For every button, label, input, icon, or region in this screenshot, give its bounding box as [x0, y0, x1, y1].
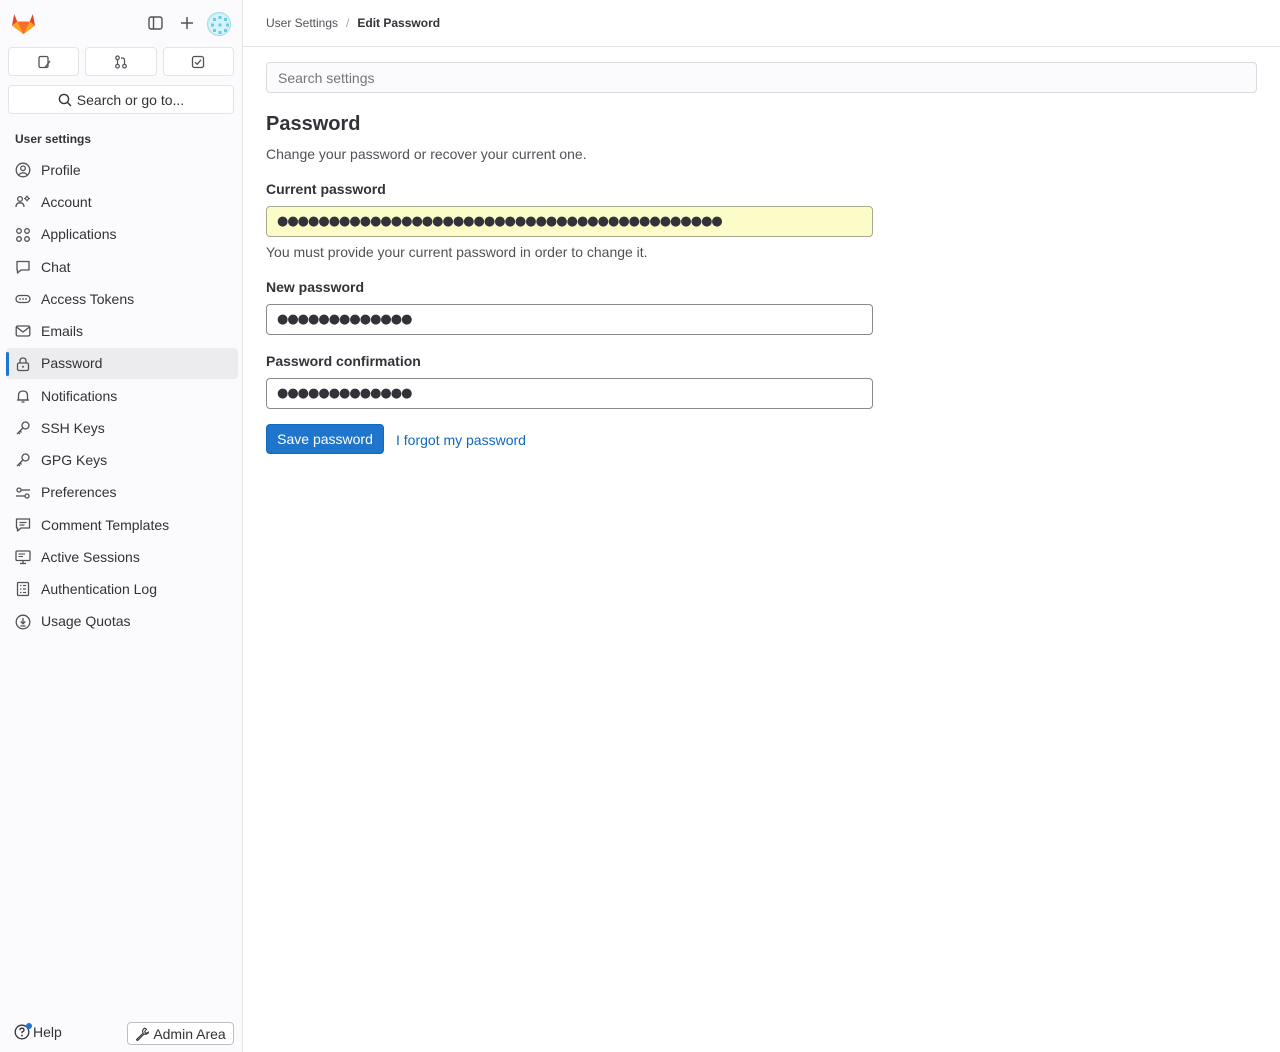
- forgot-password-link[interactable]: I forgot my password: [396, 432, 526, 448]
- token-icon: [15, 291, 31, 307]
- new-password-input[interactable]: ●●●●●●●●●●●●●: [266, 304, 873, 335]
- sidebar-header: [0, 0, 242, 48]
- chat-icon: [15, 259, 31, 275]
- new-password-value: ●●●●●●●●●●●●●: [277, 312, 412, 327]
- sidebar-item-account[interactable]: Account: [6, 186, 238, 218]
- sidebar-section-title: User settings: [15, 132, 92, 146]
- breadcrumb-separator: /: [346, 16, 350, 30]
- help-button[interactable]: Help: [14, 1023, 62, 1040]
- comment-icon: [15, 517, 31, 533]
- monitor-icon: [15, 549, 31, 565]
- avatar[interactable]: [207, 12, 231, 36]
- issues-icon: [37, 55, 51, 69]
- todo-check-icon: [191, 55, 205, 69]
- help-label: Help: [33, 1024, 62, 1040]
- sidebar-item-label: Profile: [41, 161, 81, 178]
- bell-icon: [15, 388, 31, 404]
- breadcrumb: User Settings / Edit Password: [243, 0, 1280, 47]
- sidebar-item-applications[interactable]: Applications: [6, 219, 238, 251]
- key-icon: [15, 420, 31, 436]
- wrench-icon: [135, 1027, 150, 1041]
- sidebar-item-active-sessions[interactable]: Active Sessions: [6, 541, 238, 573]
- sidebar-item-label: Access Tokens: [41, 290, 135, 307]
- breadcrumb-edit-password[interactable]: Edit Password: [357, 16, 440, 30]
- sidebar-item-label: SSH Keys: [41, 419, 105, 436]
- issues-counter-button[interactable]: [8, 47, 80, 76]
- sidebar-item-label: Emails: [41, 323, 84, 339]
- merge-request-icon: [114, 54, 128, 69]
- admin-area-button[interactable]: Admin Area: [127, 1022, 234, 1045]
- sidebar-item-label: Authentication Log: [41, 581, 157, 597]
- preferences-icon: [15, 485, 31, 501]
- sidebar-item-label: Chat: [41, 258, 71, 275]
- current-password-input[interactable]: ●●●●●●●●●●●●●●●●●●●●●●●●●●●●●●●●●●●●●●●●…: [266, 206, 873, 237]
- current-password-label: Current password: [266, 181, 386, 197]
- sidebar-counters: [8, 47, 234, 76]
- global-search-label: Search or go to...: [76, 91, 185, 108]
- sidebar-item-label: Notifications: [41, 387, 118, 404]
- search-icon: [58, 93, 72, 107]
- password-confirmation-input[interactable]: ●●●●●●●●●●●●●: [266, 378, 873, 409]
- lock-icon: [15, 356, 31, 372]
- sidebar-item-label: Password: [41, 355, 103, 372]
- sidebar-item-preferences[interactable]: Preferences: [6, 477, 238, 509]
- sidebar: Search or go to... User settings Profile…: [0, 0, 243, 1052]
- sidebar-item-notifications[interactable]: Notifications: [6, 380, 238, 412]
- admin-area-label: Admin Area: [153, 1025, 226, 1042]
- profile-icon: [15, 162, 31, 178]
- log-icon: [15, 581, 31, 597]
- sidebar-item-label: Active Sessions: [41, 548, 140, 565]
- sidebar-item-label: Comment Templates: [41, 516, 170, 533]
- sidebar-item-profile[interactable]: Profile: [6, 154, 238, 186]
- page-subtitle: Change your password or recover your cur…: [266, 146, 587, 162]
- global-search-button[interactable]: Search or go to...: [8, 85, 234, 114]
- account-icon: [15, 194, 31, 210]
- sidebar-item-chat[interactable]: Chat: [6, 251, 238, 283]
- help-notification-dot: [26, 1023, 32, 1029]
- plus-icon[interactable]: [176, 12, 198, 34]
- sidebar-item-label: Account: [41, 194, 92, 210]
- mail-icon: [15, 323, 31, 339]
- password-confirmation-value: ●●●●●●●●●●●●●: [277, 386, 412, 401]
- sidebar-item-usage-quotas[interactable]: Usage Quotas: [6, 606, 238, 638]
- page-title: Password: [266, 113, 361, 135]
- password-confirmation-label: Password confirmation: [266, 353, 421, 369]
- applications-icon: [15, 227, 31, 243]
- new-password-label: New password: [266, 279, 365, 295]
- sidebar-item-label: Preferences: [41, 484, 117, 501]
- breadcrumb-user-settings[interactable]: User Settings: [266, 16, 338, 30]
- todos-counter-button[interactable]: [162, 47, 234, 76]
- sidebar-item-label: Usage Quotas: [41, 613, 131, 630]
- gitlab-logo-icon[interactable]: [11, 12, 36, 35]
- sidebar-item-authentication-log[interactable]: Authentication Log: [6, 573, 238, 605]
- sidebar-nav: Profile Account Applications Chat Access…: [6, 154, 238, 638]
- sidebar-item-password[interactable]: Password: [6, 347, 238, 379]
- sidebar-item-comment-templates[interactable]: Comment Templates: [6, 509, 238, 541]
- merge-requests-counter-button[interactable]: [85, 47, 157, 76]
- sidebar-item-ssh-keys[interactable]: SSH Keys: [6, 412, 238, 444]
- quota-icon: [15, 614, 31, 630]
- sidebar-item-gpg-keys[interactable]: GPG Keys: [6, 444, 238, 476]
- sidebar-item-label: Applications: [41, 226, 117, 243]
- current-password-value: ●●●●●●●●●●●●●●●●●●●●●●●●●●●●●●●●●●●●●●●●…: [277, 214, 723, 229]
- sidebar-item-access-tokens[interactable]: Access Tokens: [6, 283, 238, 315]
- help-icon: [14, 1023, 32, 1040]
- current-password-help: You must provide your current password i…: [266, 244, 648, 260]
- sidebar-item-emails[interactable]: Emails: [6, 315, 238, 347]
- search-settings-input[interactable]: [266, 62, 1257, 93]
- sidebar-item-label: GPG Keys: [41, 452, 108, 468]
- toggle-sidebar-icon[interactable]: [144, 12, 166, 34]
- key-icon: [15, 452, 31, 468]
- save-password-button[interactable]: Save password: [266, 424, 384, 454]
